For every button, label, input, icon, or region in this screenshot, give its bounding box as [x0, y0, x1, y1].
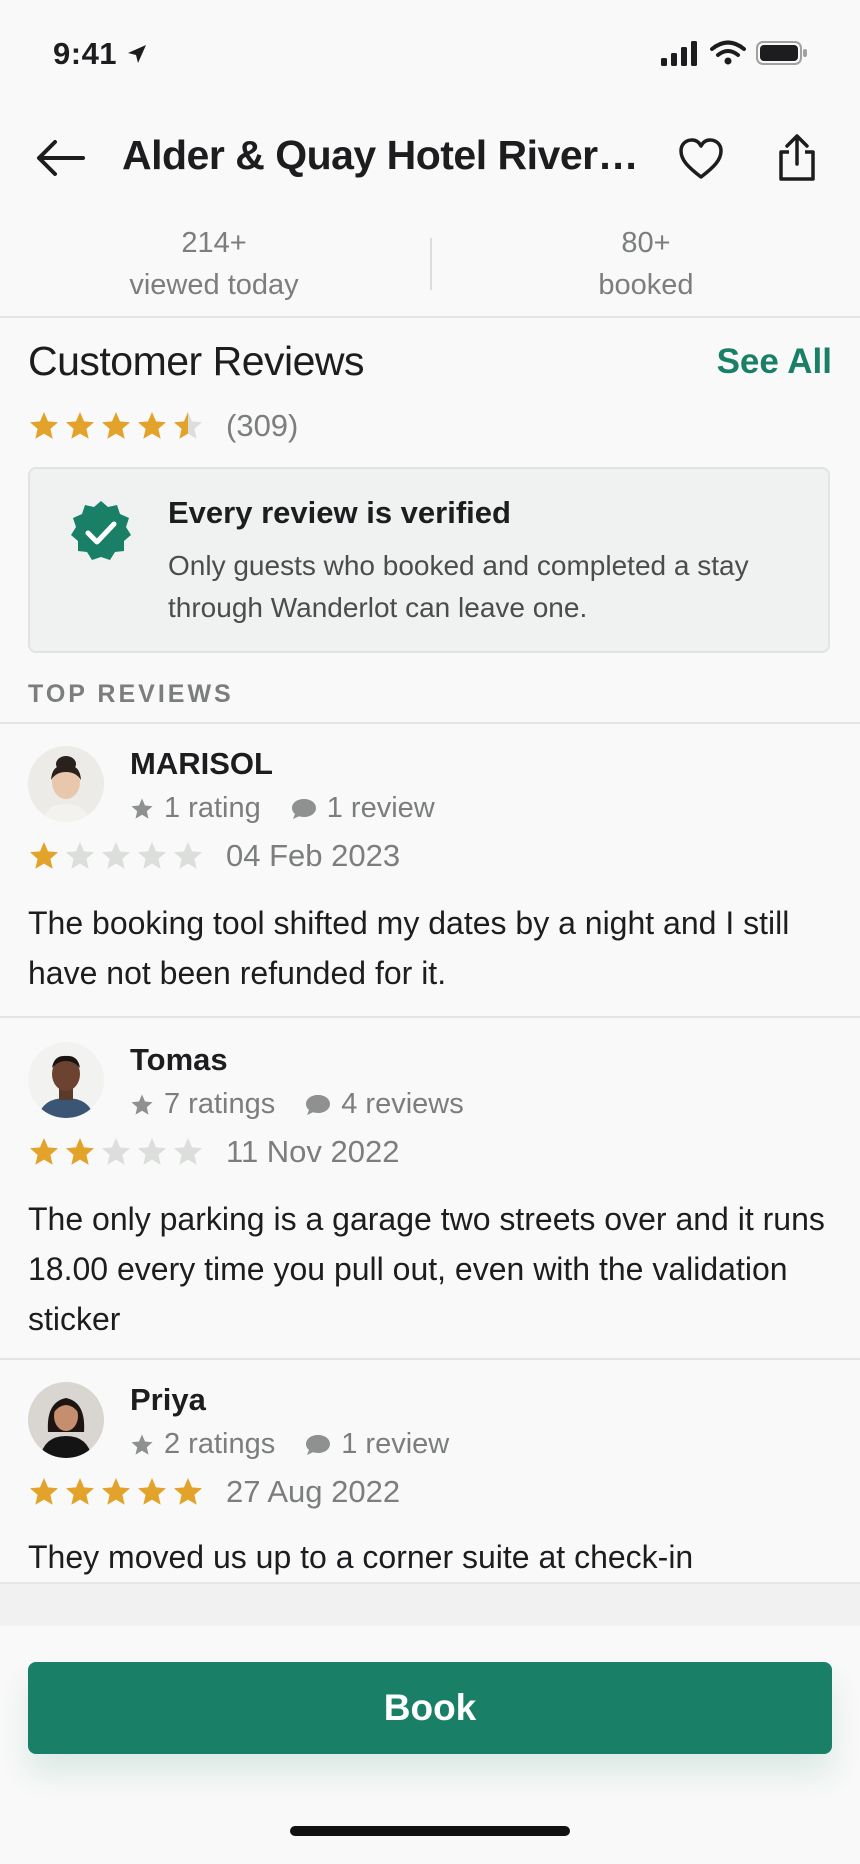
- star-icon: [130, 1093, 154, 1117]
- review-rating: 04 Feb 2023: [28, 838, 400, 874]
- ratings-count: 7 ratings: [164, 1088, 276, 1120]
- booked-count: 80+: [621, 227, 671, 259]
- reviews-count: 1 review: [326, 792, 435, 824]
- star-icon: [130, 797, 154, 821]
- rating-star-icon: [30, 1138, 58, 1165]
- stats-bar: 214+ viewed today 80+ booked: [0, 216, 860, 318]
- back-arrow-icon: [37, 140, 85, 176]
- ratings-count: 1 rating: [164, 792, 261, 824]
- reviews-count: 4 reviews: [341, 1088, 464, 1120]
- overall-rating: (309): [28, 404, 298, 448]
- ratings-count: 2 ratings: [164, 1428, 276, 1460]
- star-icon: [130, 1433, 154, 1457]
- battery-icon: [756, 41, 807, 65]
- rating-star-icon: [138, 1478, 166, 1505]
- rating-star-icon: [138, 842, 166, 869]
- back-button[interactable]: [34, 136, 86, 180]
- overall-stars: [28, 410, 204, 442]
- page-title: Alder & Quay Hotel Riversi...: [122, 132, 642, 178]
- status-icons: [660, 40, 808, 66]
- reviews-count: 1 review: [341, 1428, 450, 1460]
- favorite-button[interactable]: [676, 134, 726, 184]
- review-text: The booking tool shifted my dates by a n…: [28, 905, 790, 991]
- wifi-icon: [710, 40, 746, 65]
- status-time: 9:41: [53, 36, 149, 72]
- review-text: They moved us up to a corner suite at ch…: [28, 1539, 694, 1575]
- rating-star-icon: [66, 1138, 94, 1165]
- review-text: The only parking is a garage two streets…: [28, 1201, 825, 1337]
- rating-star-icon: [30, 1478, 58, 1505]
- footer: Book: [0, 1582, 860, 1864]
- see-all-link[interactable]: See All: [717, 342, 832, 382]
- verified-title: Every review is verified: [168, 495, 511, 530]
- section-title: Customer Reviews: [28, 338, 365, 384]
- footer-separator: [0, 1582, 860, 1626]
- verified-text: Only guests who booked and completed a s…: [168, 550, 749, 623]
- review-item: Priya 2 ratings 1 review 27 Aug 2022 The…: [0, 1360, 860, 1582]
- rating-star-icon: [138, 1138, 166, 1165]
- avatar: [28, 746, 104, 822]
- comment-icon: [291, 797, 317, 821]
- review-stars: [28, 1476, 204, 1508]
- heart-icon: [679, 138, 723, 179]
- rating-star-icon: [102, 1478, 130, 1505]
- share-button[interactable]: [772, 132, 822, 184]
- rating-star-icon: [102, 1138, 130, 1165]
- viewed-stat: 214+ viewed today: [64, 222, 364, 306]
- review-count: (309): [226, 408, 299, 443]
- booked-label: booked: [598, 269, 694, 301]
- viewed-count: 214+: [181, 227, 247, 259]
- location-arrow-icon: [128, 45, 147, 63]
- review-item: MARISOL 1 rating 1 review 04 Feb 2023 Th…: [0, 722, 860, 1018]
- rating-star-icon: [66, 842, 94, 869]
- reviewer-meta: 1 rating 1 review: [130, 792, 435, 825]
- home-indicator: [290, 1826, 570, 1836]
- review-item: Tomas 7 ratings 4 reviews 11 Nov 2022 Th…: [0, 1018, 860, 1358]
- review-rating: 27 Aug 2022: [28, 1474, 400, 1510]
- avatar-marisol-image: [28, 746, 104, 822]
- share-icon: [779, 134, 815, 181]
- rating-star-icon: [138, 412, 166, 439]
- reviewer-meta: 2 ratings 1 review: [130, 1428, 449, 1461]
- booked-stat: 80+ booked: [496, 222, 796, 306]
- verified-banner: Every review is verified Only guests who…: [28, 467, 830, 653]
- reviewer-name: Priya: [130, 1382, 206, 1417]
- avatar: [28, 1042, 104, 1118]
- top-reviews-label: TOP REVIEWS: [28, 680, 234, 708]
- review-date: 11 Nov 2022: [226, 1134, 400, 1169]
- reviewer-meta: 7 ratings 4 reviews: [130, 1088, 464, 1121]
- review-stars: [28, 840, 204, 872]
- avatar-priya-image: [28, 1382, 104, 1458]
- comment-icon: [305, 1093, 331, 1117]
- status-time-text: 9:41: [53, 36, 118, 71]
- reviews-header: Customer Reviews See All: [28, 334, 832, 390]
- status-bar: 9:41: [0, 0, 860, 110]
- comment-icon: [305, 1433, 331, 1457]
- review-stars: [28, 1136, 204, 1168]
- stats-divider: [430, 238, 432, 290]
- viewed-label: viewed today: [129, 269, 299, 301]
- top-bar: Alder & Quay Hotel Riversi...: [0, 118, 860, 198]
- signal-icon: [661, 41, 697, 66]
- review-rating: 11 Nov 2022: [28, 1134, 400, 1170]
- rating-star-icon: [174, 842, 202, 869]
- rating-star-icon: [66, 412, 94, 439]
- verified-badge-icon: [71, 501, 131, 560]
- rating-star-icon: [30, 842, 58, 869]
- rating-star-icon: [174, 1478, 202, 1505]
- rating-star-icon: [30, 412, 58, 439]
- avatar-tomas-image: [28, 1042, 104, 1118]
- rating-star-icon: [102, 842, 130, 869]
- reviewer-name: Tomas: [130, 1042, 228, 1077]
- rating-star-icon: [174, 1138, 202, 1165]
- review-date: 27 Aug 2022: [226, 1474, 401, 1509]
- rating-star-icon: [102, 412, 130, 439]
- rating-star-icon: [66, 1478, 94, 1505]
- reviewer-name: MARISOL: [130, 746, 273, 781]
- rating-star-icon: [174, 412, 202, 439]
- book-button[interactable]: Book: [28, 1662, 832, 1754]
- avatar: [28, 1382, 104, 1458]
- review-date: 04 Feb 2023: [226, 838, 401, 873]
